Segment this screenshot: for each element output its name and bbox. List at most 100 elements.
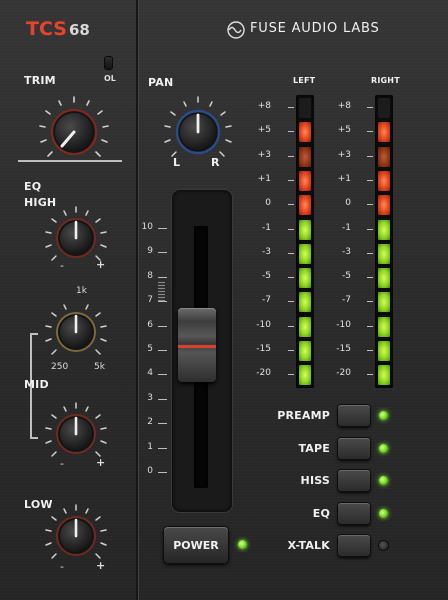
ol-indicator	[105, 57, 112, 69]
hiss-button[interactable]	[338, 470, 370, 491]
mid-freq-top: 1k	[76, 286, 87, 296]
low-minus: -	[60, 560, 64, 573]
meter-segment	[299, 219, 311, 240]
left-meter	[296, 95, 314, 388]
meter-segment	[299, 341, 311, 361]
tape-label: TAPE	[298, 441, 330, 455]
section-separator	[18, 160, 122, 162]
xtalk-led	[379, 541, 388, 550]
meter-scale-label: -7	[262, 295, 271, 306]
meter-scale-label: -5	[262, 271, 271, 282]
fader-scale-tick	[158, 252, 167, 254]
meter-segment	[378, 98, 390, 118]
meter-scale-label: -20	[336, 368, 351, 379]
fader-scale-label: 5	[147, 344, 153, 354]
meter-segment	[378, 365, 390, 386]
mid-freq-knob[interactable]	[40, 296, 112, 372]
meter-scale-tick	[367, 325, 373, 327]
meter-segment	[299, 195, 311, 216]
fader-scale-label: 0	[147, 466, 153, 476]
fader-scale-tick	[158, 350, 167, 351]
meter-segment	[299, 365, 311, 386]
product-model-number: 68	[68, 21, 90, 39]
company-name: FUSE AUDIO LABS	[250, 21, 380, 36]
xtalk-label: X-TALK	[287, 539, 330, 552]
meter-segment	[378, 268, 390, 289]
power-button[interactable]: POWER	[164, 527, 228, 563]
tape-led	[379, 443, 388, 453]
hiss-label: HISS	[300, 474, 330, 487]
fader-handle[interactable]	[178, 308, 216, 382]
meter-scale-label: -5	[342, 271, 351, 282]
pan-left-label: L	[173, 156, 181, 169]
meter-scale-label: -15	[256, 344, 271, 354]
meter-segment	[299, 292, 311, 313]
xtalk-button[interactable]	[338, 535, 370, 556]
pan-knob[interactable]	[158, 92, 238, 176]
meter-scale-label: +5	[337, 125, 351, 136]
fader-scale-label: 7	[147, 295, 153, 306]
meter-scale-tick	[367, 204, 373, 206]
meter-scale-tick	[288, 155, 294, 157]
meter-scale-tick	[288, 131, 294, 133]
meter-scale-label: +3	[257, 149, 271, 160]
meter-scale-label: -15	[336, 344, 351, 354]
meter-scale-tick	[288, 204, 294, 206]
meter-scale-label: +3	[337, 149, 351, 160]
tape-button[interactable]	[338, 437, 370, 459]
fader-unity-mark	[158, 281, 165, 301]
high-minus: -	[60, 259, 64, 272]
trim-label: TRIM	[24, 74, 56, 87]
fader-scale-tick	[158, 447, 167, 449]
meter-scale-label: -20	[256, 368, 271, 379]
trim-knob[interactable]	[32, 90, 116, 178]
meter-scale-tick	[367, 179, 373, 181]
meter-scale-tick	[367, 301, 373, 303]
meter-segment	[299, 268, 311, 289]
power-led	[238, 540, 247, 549]
meter-scale-label: -3	[342, 246, 351, 257]
ol-label: OL	[104, 74, 116, 83]
right-meter	[375, 95, 393, 388]
preamp-button[interactable]	[338, 405, 370, 426]
meter-scale-tick	[288, 277, 294, 279]
fader-scale-tick	[158, 374, 167, 376]
pan-knob-graphic	[164, 96, 232, 157]
eq-label: EQ	[312, 506, 330, 520]
meter-scale-label: 0	[265, 198, 271, 209]
mid-plus: +	[96, 456, 106, 469]
meter-scale-label: -10	[336, 319, 351, 330]
meter-scale-tick	[288, 252, 294, 254]
fuse-logo-icon	[226, 20, 246, 44]
meter-segment	[378, 341, 390, 361]
fader-scale-tick	[158, 398, 167, 400]
fader-scale-label: 3	[147, 392, 153, 403]
low-plus: +	[96, 559, 106, 572]
meter-scale-tick	[367, 107, 373, 108]
meter-scale-label: 0	[345, 198, 351, 209]
meter-scale-label: -1	[342, 222, 351, 233]
meter-segment	[299, 98, 311, 118]
product-logo: TCS 68	[26, 18, 90, 40]
meter-scale-tick	[367, 374, 373, 376]
fader-scale-label: 2	[147, 417, 153, 428]
mid-label: MID	[24, 378, 49, 391]
mid-minus: -	[60, 457, 64, 470]
meter-scale-label: +1	[337, 173, 351, 184]
fader-scale-tick	[158, 276, 167, 278]
meter-segment	[299, 170, 311, 191]
eq-button[interactable]	[338, 502, 370, 524]
meter-segment	[299, 146, 311, 167]
meter-segment	[299, 316, 311, 337]
meter-scale-tick	[288, 350, 294, 351]
meter-scale-label: -7	[342, 295, 351, 306]
product-name: TCS	[26, 18, 67, 40]
meter-scale-label: -1	[262, 222, 271, 233]
meter-scale-tick	[367, 350, 373, 351]
plugin-window: TCS 68 FUSE AUDIO LABS TRIM OL EQ HIGH -…	[0, 0, 448, 600]
preamp-label: PREAMP	[277, 409, 330, 422]
fader-scale-label: 8	[147, 270, 153, 281]
eq-led	[379, 508, 388, 518]
meter-segment	[378, 243, 390, 264]
fader-scale-tick	[158, 423, 167, 425]
